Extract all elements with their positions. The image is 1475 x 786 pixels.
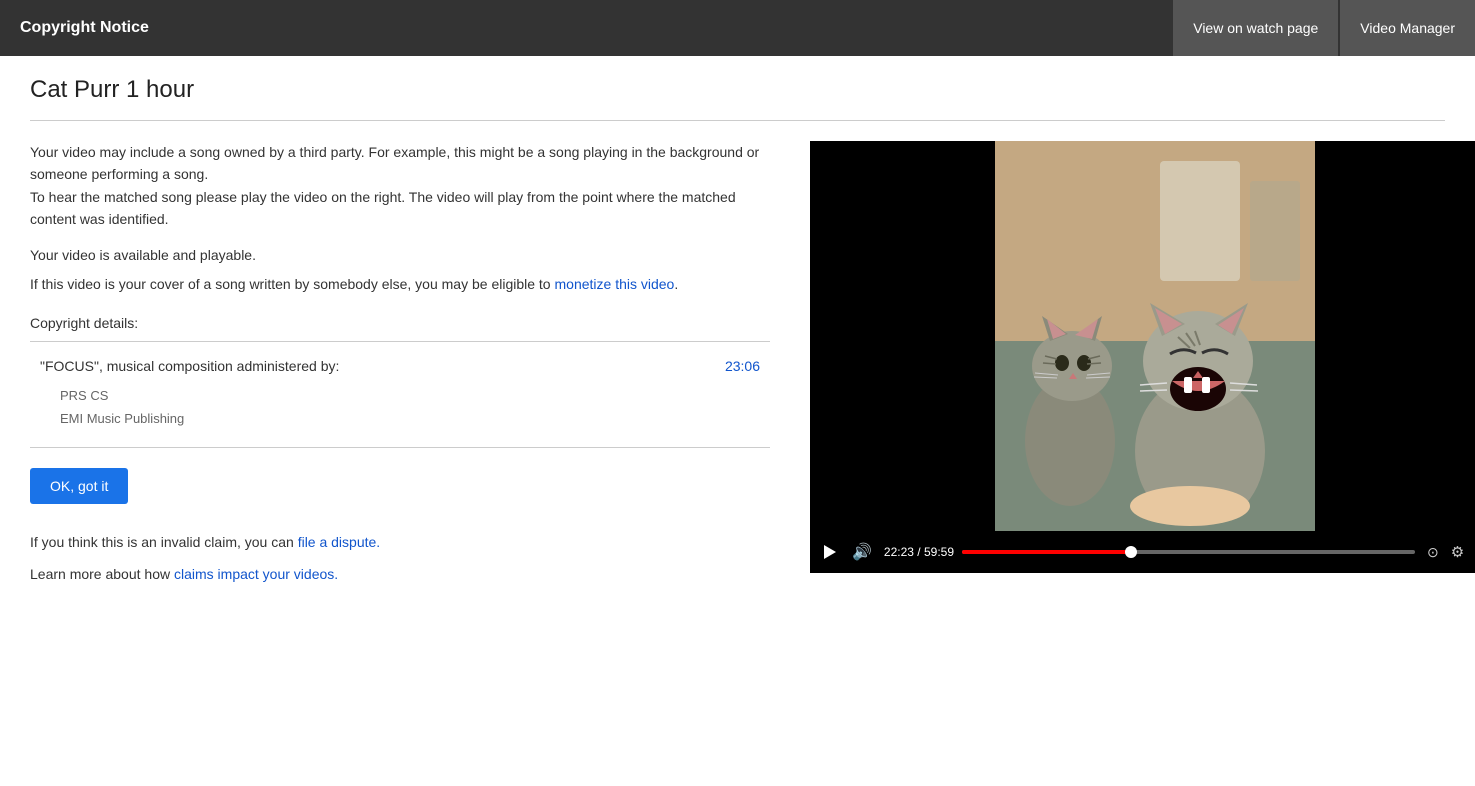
- cover-text: If this video is your cover of a song wr…: [30, 273, 770, 295]
- gear-icon: ⚙: [1451, 543, 1464, 561]
- learn-text: Learn more about how claims impact your …: [30, 566, 770, 582]
- copyright-box: "FOCUS", musical composition administere…: [30, 341, 770, 448]
- dispute-link[interactable]: file a dispute.: [298, 534, 381, 550]
- copyright-admin-1: PRS CS: [60, 384, 760, 407]
- learn-link[interactable]: claims impact your videos.: [174, 566, 338, 582]
- video-controls-bar: 🔊 22:23 / 59:59: [810, 531, 1475, 573]
- view-watch-page-button[interactable]: View on watch page: [1173, 0, 1338, 56]
- video-player[interactable]: 🔊 22:23 / 59:59: [810, 141, 1475, 573]
- right-panel: 🔊 22:23 / 59:59: [810, 141, 1475, 573]
- dispute-text: If you think this is an invalid claim, y…: [30, 534, 770, 550]
- captions-icon: ⊙: [1427, 544, 1439, 561]
- progress-bar[interactable]: [962, 550, 1415, 554]
- available-text: Your video is available and playable.: [30, 247, 770, 263]
- time-separator: /: [917, 545, 924, 559]
- progress-dot: [1125, 546, 1137, 558]
- play-icon: [824, 545, 836, 559]
- time-display: 22:23 / 59:59: [884, 545, 954, 559]
- right-controls: ⊙ ⚙ ⛶: [1423, 539, 1475, 565]
- page-header-title: Copyright Notice: [20, 19, 149, 37]
- copyright-row: "FOCUS", musical composition administere…: [40, 358, 760, 374]
- video-manager-button[interactable]: Video Manager: [1340, 0, 1475, 56]
- current-time: 22:23: [884, 545, 914, 559]
- ok-got-it-button[interactable]: OK, got it: [30, 468, 128, 504]
- content-area: Your video may include a song owned by a…: [30, 141, 1445, 582]
- header: Copyright Notice View on watch page Vide…: [0, 0, 1475, 56]
- play-button[interactable]: [820, 541, 840, 563]
- copyright-admin-2: EMI Music Publishing: [60, 407, 760, 430]
- copyright-timestamp[interactable]: 23:06: [725, 358, 760, 374]
- description-text: Your video may include a song owned by a…: [30, 141, 770, 231]
- monetize-link[interactable]: monetize this video: [555, 276, 675, 292]
- copyright-song-title: "FOCUS", musical composition administere…: [40, 358, 339, 374]
- left-panel: Your video may include a song owned by a…: [30, 141, 770, 582]
- main-content: Cat Purr 1 hour Your video may include a…: [0, 56, 1475, 602]
- video-thumbnail[interactable]: [810, 141, 1475, 531]
- header-button-group: View on watch page Video Manager: [1173, 0, 1475, 56]
- settings-button[interactable]: ⚙: [1447, 539, 1468, 565]
- progress-played: [962, 550, 1131, 554]
- page-title: Cat Purr 1 hour: [30, 76, 1445, 104]
- copyright-admins: PRS CS EMI Music Publishing: [40, 384, 760, 431]
- total-time: 59:59: [924, 545, 954, 559]
- copyright-details-label: Copyright details:: [30, 315, 770, 331]
- title-divider: [30, 120, 1445, 121]
- volume-icon: 🔊: [852, 542, 872, 562]
- video-frame: [810, 141, 1475, 531]
- volume-button[interactable]: 🔊: [848, 538, 876, 566]
- captions-button[interactable]: ⊙: [1423, 540, 1443, 565]
